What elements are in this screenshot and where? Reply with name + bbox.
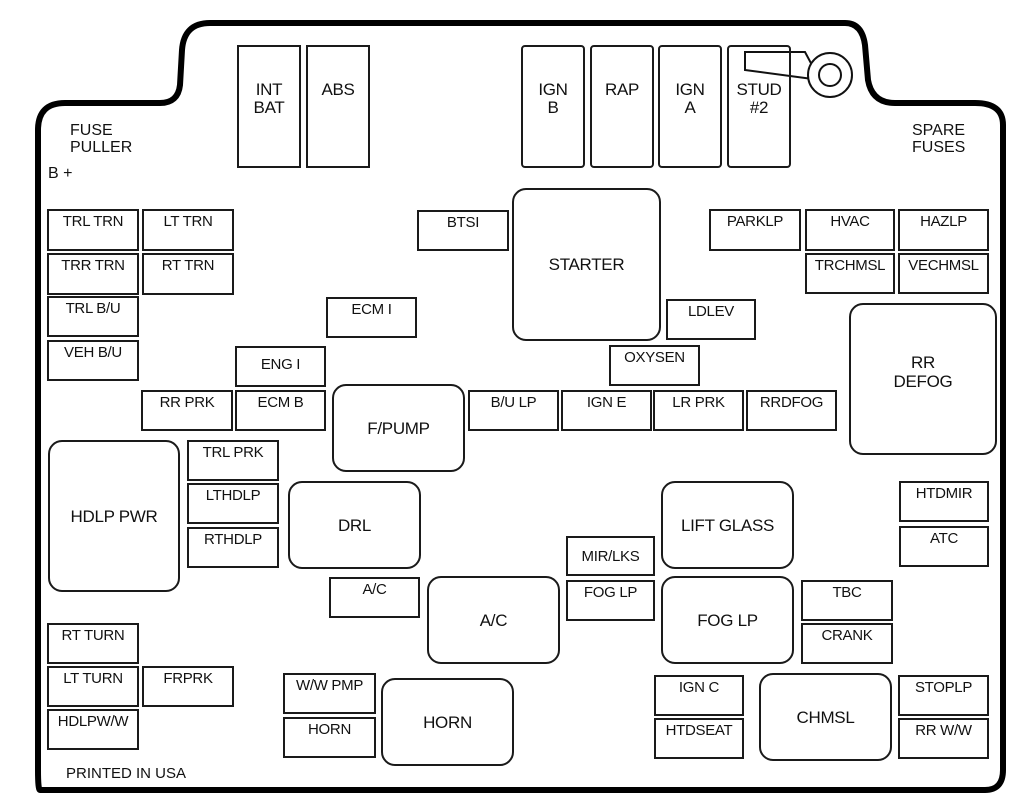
fuse-ign-e[interactable]: IGN E [561, 390, 652, 431]
fuse-stud-2[interactable]: STUD #2 [727, 45, 791, 168]
fuse-trl-bu[interactable]: TRL B/U [47, 296, 139, 337]
fuse-int-bat[interactable]: INT BAT [237, 45, 301, 168]
fuse-ign-a[interactable]: IGN A [658, 45, 722, 168]
fuse-lr-prk[interactable]: LR PRK [653, 390, 744, 431]
fuse-trl-prk[interactable]: TRL PRK [187, 440, 279, 481]
relay-starter[interactable]: STARTER [512, 188, 661, 341]
fuse-ecm-i[interactable]: ECM I [326, 297, 417, 338]
fuse-trl-trn[interactable]: TRL TRN [47, 209, 139, 251]
fuse-frprk[interactable]: FRPRK [142, 666, 234, 707]
fuse-lt-turn[interactable]: LT TURN [47, 666, 139, 707]
fuse-oxysen[interactable]: OXYSEN [609, 345, 700, 386]
fuse-veh-bu[interactable]: VEH B/U [47, 340, 139, 381]
relay-ac[interactable]: A/C [427, 576, 560, 664]
fuse-htdseat[interactable]: HTDSEAT [654, 718, 744, 759]
b-plus-label: B + [48, 165, 73, 182]
spare-fuses-label: SPARE FUSES [912, 122, 966, 156]
fuse-hdlpww[interactable]: HDLPW/W [47, 709, 139, 750]
fuse-hvac[interactable]: HVAC [805, 209, 895, 251]
fuse-trchmsl[interactable]: TRCHMSL [805, 253, 895, 294]
fuse-fog-lp[interactable]: FOG LP [566, 580, 655, 621]
printed-in-usa-label: PRINTED IN USA [66, 765, 187, 782]
relay-horn[interactable]: HORN [381, 678, 514, 766]
fuse-htdmir[interactable]: HTDMIR [899, 481, 989, 522]
fuse-bu-lp[interactable]: B/U LP [468, 390, 559, 431]
fuse-rr-ww[interactable]: RR W/W [898, 718, 989, 759]
fuse-horn[interactable]: HORN [283, 717, 376, 758]
fuse-atc[interactable]: ATC [899, 526, 989, 567]
fuse-lthdlp[interactable]: LTHDLP [187, 483, 279, 524]
fuse-rthdlp[interactable]: RTHDLP [187, 527, 279, 568]
fuse-rr-prk[interactable]: RR PRK [141, 390, 233, 431]
relay-drl[interactable]: DRL [288, 481, 421, 569]
relay-f-pump[interactable]: F/PUMP [332, 384, 465, 472]
relay-rr-defog[interactable]: RR DEFOG [849, 303, 997, 455]
fuse-trr-trn[interactable]: TRR TRN [47, 253, 139, 295]
fuse-rt-trn[interactable]: RT TRN [142, 253, 234, 295]
fuse-rap[interactable]: RAP [590, 45, 654, 168]
fuse-ecm-b[interactable]: ECM B [235, 390, 326, 431]
fuse-abs[interactable]: ABS [306, 45, 370, 168]
relay-hdlp-pwr[interactable]: HDLP PWR [48, 440, 180, 592]
fuse-hazlp[interactable]: HAZLP [898, 209, 989, 251]
fuse-crank[interactable]: CRANK [801, 623, 893, 664]
fuse-ww-pmp[interactable]: W/W PMP [283, 673, 376, 714]
fuse-ldlev[interactable]: LDLEV [666, 299, 756, 340]
fuse-ign-c[interactable]: IGN C [654, 675, 744, 716]
fuse-ac[interactable]: A/C [329, 577, 420, 618]
relay-chmsl[interactable]: CHMSL [759, 673, 892, 761]
fuse-btsi[interactable]: BTSI [417, 210, 509, 251]
fuse-vechmsl[interactable]: VECHMSL [898, 253, 989, 294]
fuse-lt-trn[interactable]: LT TRN [142, 209, 234, 251]
fuse-ign-b[interactable]: IGN B [521, 45, 585, 168]
fuse-parklp[interactable]: PARKLP [709, 209, 801, 251]
fuse-rrdfog[interactable]: RRDFOG [746, 390, 837, 431]
fuse-puller-label: FUSE PULLER [70, 122, 133, 156]
fuse-rt-turn[interactable]: RT TURN [47, 623, 139, 664]
relay-fog-lp[interactable]: FOG LP [661, 576, 794, 664]
fuse-mir-lks[interactable]: MIR/LKS [566, 536, 655, 576]
relay-lift-glass[interactable]: LIFT GLASS [661, 481, 794, 569]
fuse-tbc[interactable]: TBC [801, 580, 893, 621]
fuse-eng-i[interactable]: ENG I [235, 346, 326, 387]
fuse-stoplp[interactable]: STOPLP [898, 675, 989, 716]
